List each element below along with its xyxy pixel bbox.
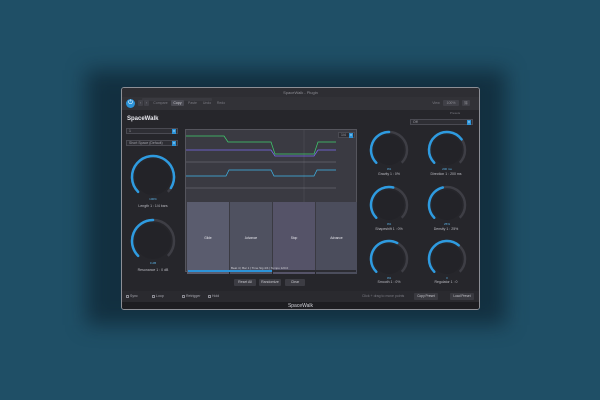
chevron-down-icon: ▾ bbox=[172, 141, 176, 146]
shapeshift-knob[interactable]: 0% bbox=[367, 183, 411, 227]
knob-value-text: 100% bbox=[149, 197, 157, 201]
tab-undo[interactable]: Undo bbox=[201, 100, 213, 106]
length-knob[interactable]: 100% bbox=[128, 152, 178, 202]
pad-advance[interactable]: Advance bbox=[230, 202, 272, 274]
view-label: View bbox=[432, 101, 440, 105]
retrigger-label: Retrigger bbox=[186, 294, 201, 298]
direction-knob-label: Direction 1 : 200 ms bbox=[430, 172, 462, 176]
pad-advance-2[interactable]: Advance bbox=[316, 202, 357, 274]
plugin-brand: SpaceWalk bbox=[127, 116, 159, 122]
window-titlebar: SpaceWalk - Plugin bbox=[122, 88, 479, 97]
density-knob-label: Density 1 : 25% bbox=[433, 227, 459, 231]
knob-value-text: 200 ms bbox=[442, 167, 452, 171]
plugin-footer: SpaceWalk bbox=[122, 302, 479, 309]
modulation-graph[interactable] bbox=[186, 130, 358, 202]
knob-value-text: 25% bbox=[444, 222, 450, 226]
tab-paste[interactable]: Paste bbox=[186, 100, 199, 106]
knob-value-text: 0% bbox=[387, 222, 392, 226]
checkbox-icon bbox=[126, 294, 129, 298]
knob-graphic: 200 ms bbox=[427, 130, 467, 171]
knob-body bbox=[432, 135, 462, 165]
chevron-down-icon: ▾ bbox=[172, 129, 176, 134]
lane-line-purple bbox=[186, 149, 336, 157]
tab-copy[interactable]: Copy bbox=[171, 100, 184, 106]
smooth-knob[interactable]: 0% bbox=[367, 237, 411, 281]
regulator-knob-label: Regulator 1 : 0 bbox=[434, 280, 458, 284]
lane-line-blue bbox=[186, 169, 336, 177]
tab-compare[interactable]: Compare bbox=[152, 100, 169, 106]
clear-button[interactable]: Clear bbox=[285, 279, 305, 286]
bottom-bar: Sync Loop Retrigger Hold Click + drag to… bbox=[122, 291, 479, 302]
retrigger-checkbox[interactable]: Retrigger bbox=[182, 294, 200, 298]
chevron-down-icon: ▾ bbox=[467, 120, 471, 125]
sequencer-display[interactable]: 1/4 ▾ Glide Advance Stop Advance Beat 4 … bbox=[185, 129, 358, 274]
checkbox-icon bbox=[152, 294, 155, 298]
randomize-button[interactable]: Randomize bbox=[259, 279, 281, 286]
checkbox-icon bbox=[182, 294, 185, 298]
power-icon[interactable]: ⏻ bbox=[126, 99, 135, 108]
direction-knob[interactable]: 200 ms bbox=[425, 128, 469, 172]
gravity-knob-label: Gravity 1 : 0% bbox=[378, 172, 400, 176]
hold-checkbox[interactable]: Hold bbox=[208, 294, 219, 298]
length-knob-label: Length 1 : 1/4 bars bbox=[138, 204, 168, 208]
lane-line-green bbox=[186, 135, 336, 155]
window-title: SpaceWalk - Plugin bbox=[283, 90, 318, 95]
loop-checkbox[interactable]: Loop bbox=[152, 294, 164, 298]
knob-body bbox=[374, 244, 404, 274]
presets-label[interactable]: Presets bbox=[435, 110, 475, 116]
mode-dropdown[interactable]: Short Space (Default) ▾ bbox=[126, 140, 178, 146]
knob-graphic: 0% bbox=[369, 239, 409, 280]
next-preset-button[interactable]: › bbox=[144, 100, 149, 106]
hold-label: Hold bbox=[212, 294, 220, 298]
load-preset-button[interactable]: Load Preset bbox=[450, 293, 474, 300]
knob-body bbox=[374, 190, 404, 220]
resonance-knob-label: Resonance 1 : 0 dB bbox=[137, 268, 169, 272]
display-dropdown[interactable]: 1/4 ▾ bbox=[338, 132, 355, 138]
knob-body bbox=[432, 244, 462, 274]
shapeshift-knob-label: Shapeshift 1 : 0% bbox=[375, 227, 403, 231]
knob-body bbox=[432, 190, 462, 220]
modulation-dropdown[interactable]: Off ▾ bbox=[410, 119, 473, 125]
knob-graphic: 0 dB bbox=[130, 218, 176, 265]
smooth-knob-label: Smooth 1 : 0% bbox=[377, 280, 401, 284]
display-dropdown-value: 1/4 bbox=[341, 133, 346, 137]
knob-value-text: 0 dB bbox=[150, 261, 156, 265]
reset-all-button[interactable]: Reset All bbox=[234, 279, 256, 286]
copy-preset-button[interactable]: Copy Preset bbox=[414, 293, 438, 300]
knob-graphic: 25% bbox=[427, 185, 467, 226]
knob-body bbox=[135, 159, 171, 195]
density-knob[interactable]: 25% bbox=[425, 183, 469, 227]
sync-checkbox[interactable]: Sync bbox=[126, 294, 138, 298]
pad-glide[interactable]: Glide bbox=[187, 202, 229, 274]
knob-body bbox=[135, 223, 171, 259]
knob-graphic: 100% bbox=[130, 154, 176, 201]
modulation-dropdown-value: Off bbox=[413, 120, 418, 124]
channel-dropdown-value: 1 bbox=[129, 129, 131, 133]
channel-dropdown[interactable]: 1 ▾ bbox=[126, 128, 178, 134]
hint-text: Click + drag to move points bbox=[362, 294, 405, 298]
regulator-knob[interactable]: 0 bbox=[425, 237, 469, 281]
link-icon[interactable]: ⛓ bbox=[462, 100, 470, 106]
pad-stop[interactable]: Stop bbox=[273, 202, 315, 274]
knob-graphic: 0% bbox=[369, 130, 409, 171]
sync-label: Sync bbox=[130, 294, 138, 298]
plugin-window: SpaceWalk - Plugin ⏻ ‹ › Compare Copy Pa… bbox=[121, 87, 480, 310]
prev-preset-button[interactable]: ‹ bbox=[138, 100, 143, 106]
chevron-down-icon: ▾ bbox=[349, 133, 353, 138]
host-toolbar: ⏻ ‹ › Compare Copy Paste Undo Redo View … bbox=[122, 97, 479, 110]
tab-redo[interactable]: Redo bbox=[215, 100, 227, 106]
zoom-select[interactable]: 100% bbox=[443, 100, 459, 106]
knob-body bbox=[374, 135, 404, 165]
gravity-knob[interactable]: 0% bbox=[367, 128, 411, 172]
resonance-knob[interactable]: 0 dB bbox=[128, 216, 178, 266]
knob-graphic: 0% bbox=[369, 185, 409, 226]
mode-dropdown-value: Short Space (Default) bbox=[129, 141, 163, 145]
loop-label: Loop bbox=[156, 294, 164, 298]
knob-value-text: 0% bbox=[387, 167, 392, 171]
playhead-progress-fill bbox=[188, 270, 272, 272]
knob-graphic: 0 bbox=[427, 239, 467, 280]
playhead-progress-track[interactable] bbox=[188, 270, 356, 272]
checkbox-icon bbox=[208, 294, 211, 298]
